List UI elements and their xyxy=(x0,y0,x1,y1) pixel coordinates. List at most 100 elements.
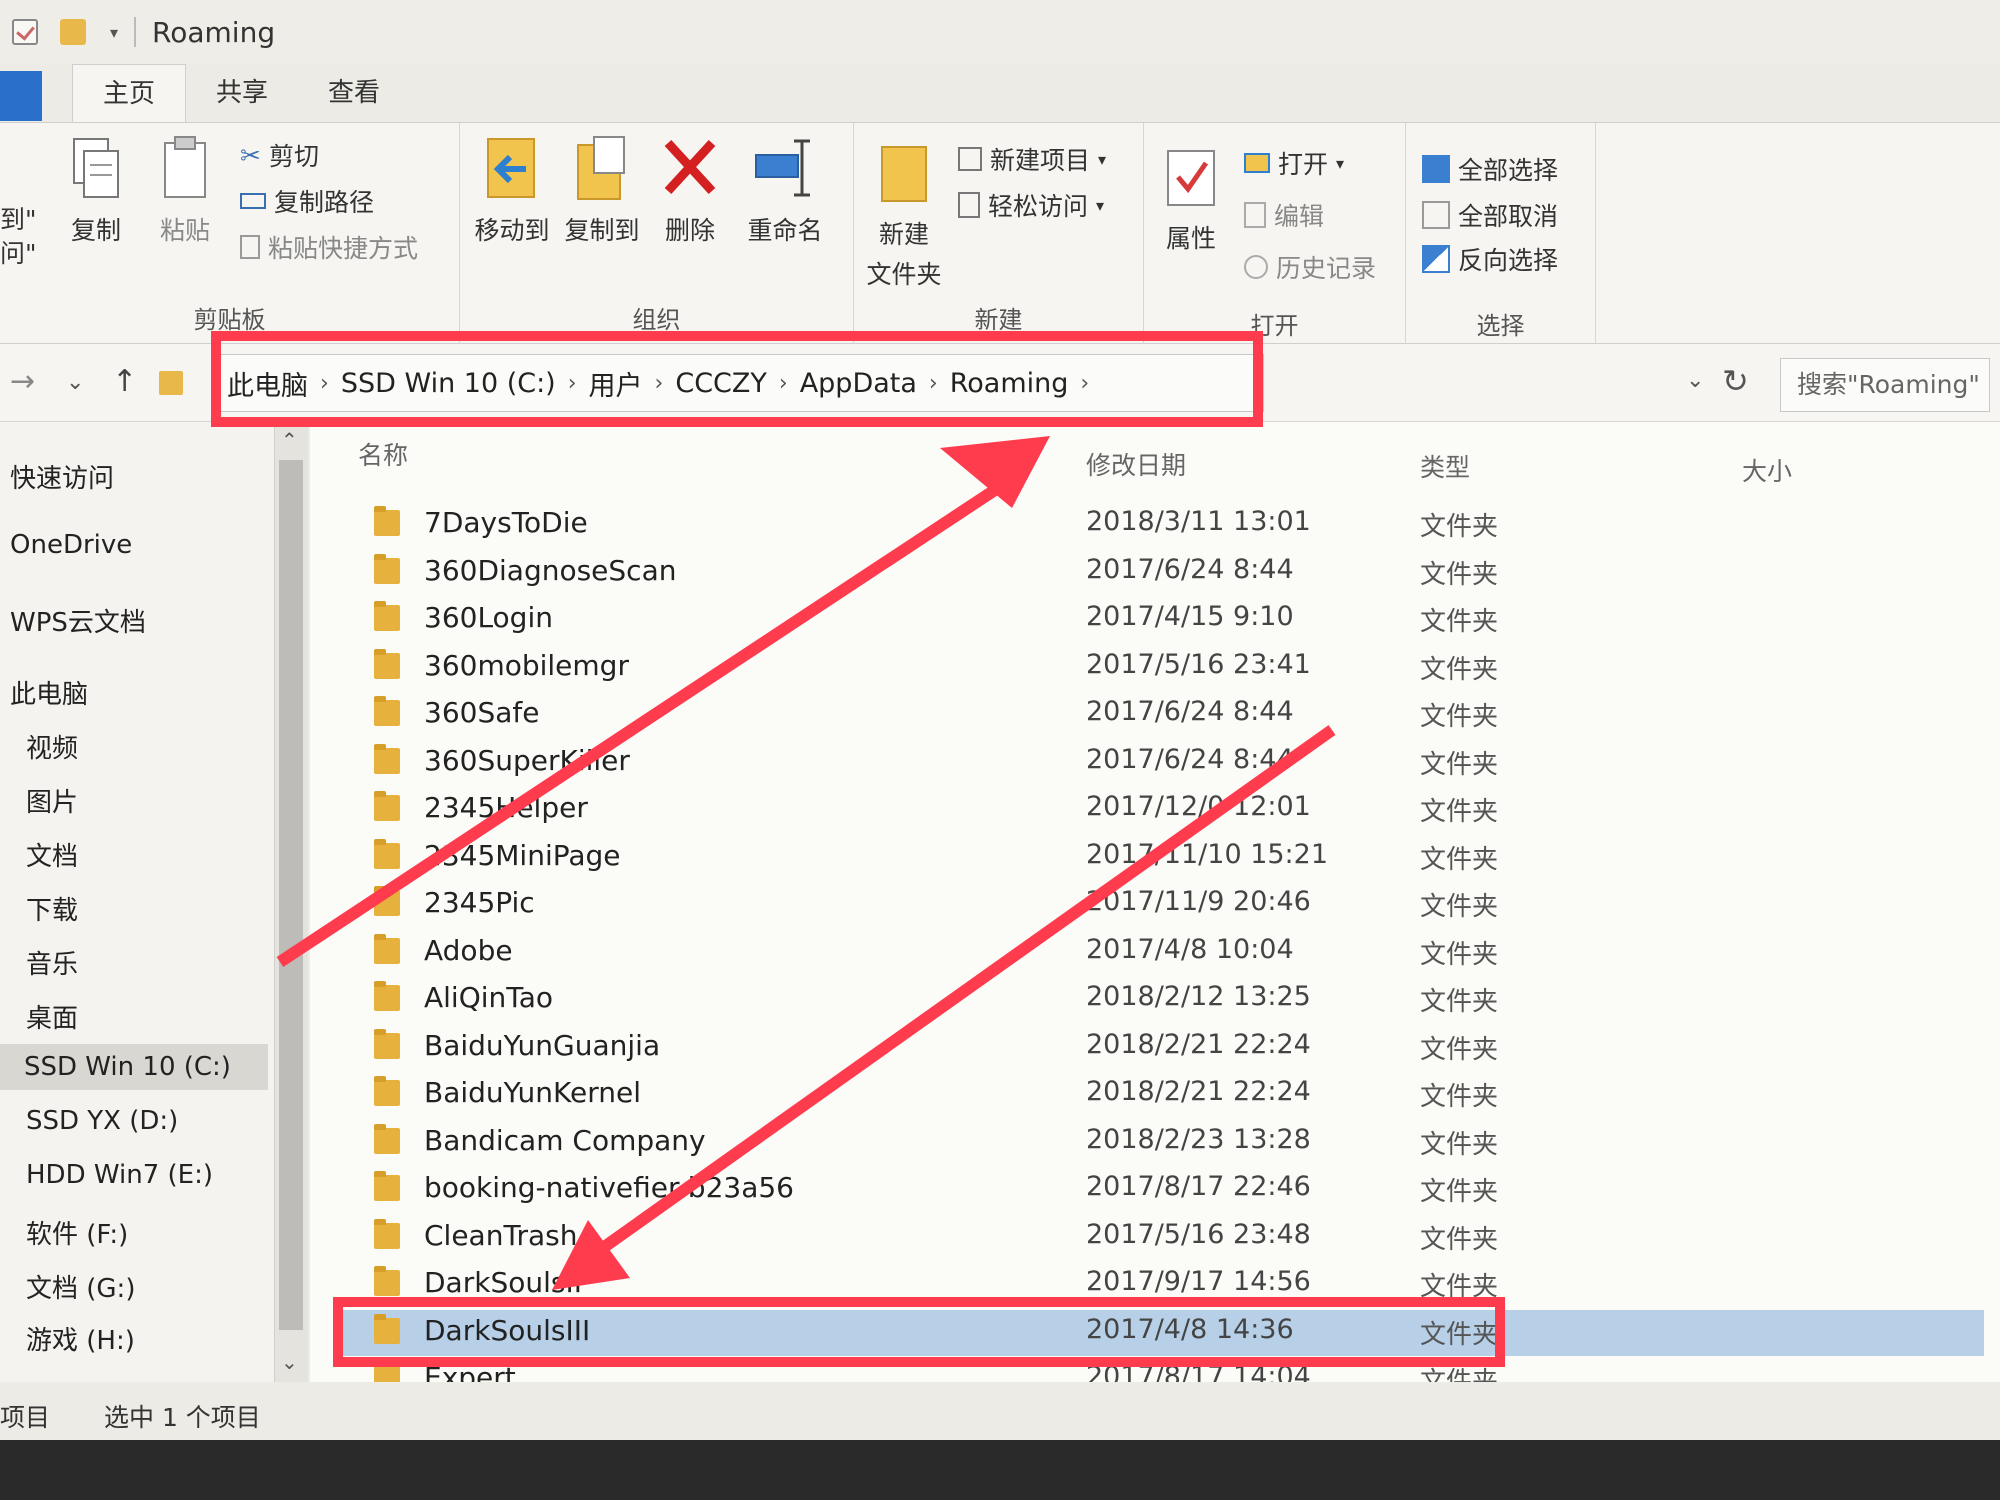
table-row[interactable]: DarkSoulsIII 2017/4/8 14:36 文件夹 xyxy=(334,1309,1984,1356)
column-header-type[interactable]: 类型 xyxy=(1420,448,1470,484)
file-modified: 2018/2/23 13:28 xyxy=(1086,1123,1311,1155)
tab-view[interactable]: 查看 xyxy=(298,64,410,122)
table-row[interactable]: 360SuperKiller 2017/6/24 8:44 文件夹 xyxy=(334,740,1984,786)
table-row[interactable]: 360mobilemgr 2017/5/16 23:41 文件夹 xyxy=(334,645,1984,691)
file-name: 360DiagnoseScan xyxy=(424,553,677,587)
delete-button[interactable]: 删除 xyxy=(660,135,720,247)
move-to-button[interactable]: 移动到 xyxy=(470,135,554,247)
table-row[interactable]: CleanTrash 2017/5/16 23:48 文件夹 xyxy=(334,1215,1984,1261)
recent-locations-chevron-icon[interactable]: ⌄ xyxy=(66,370,84,395)
delete-label: 删除 xyxy=(664,216,715,245)
history-button[interactable]: 历史记录 xyxy=(1244,249,1376,285)
nav-item-drive-c[interactable]: SSD Win 10 (C:) xyxy=(0,1044,268,1090)
breadcrumb-item[interactable]: SSD Win 10 (C:) xyxy=(329,368,568,399)
nav-item-onedrive[interactable]: OneDrive xyxy=(10,530,132,560)
nav-scroll-thumb[interactable] xyxy=(279,460,303,1330)
copy-to-button[interactable]: 复制到 xyxy=(560,135,644,247)
forward-arrow-icon[interactable]: → xyxy=(10,364,35,399)
nav-item-documents[interactable]: 文档 xyxy=(26,836,78,873)
select-none-button[interactable]: 全部取消 xyxy=(1422,197,1558,233)
nav-item-downloads[interactable]: 下载 xyxy=(26,890,78,927)
table-row[interactable]: BaiduYunGuanjia 2018/2/21 22:24 文件夹 xyxy=(334,1025,1984,1071)
tab-file[interactable] xyxy=(0,71,42,121)
table-row[interactable]: 360DiagnoseScan 2017/6/24 8:44 文件夹 xyxy=(334,550,1984,596)
breadcrumb-item[interactable]: 用户 xyxy=(577,364,655,403)
folder-icon[interactable] xyxy=(60,19,86,45)
edit-button[interactable]: 编辑 xyxy=(1244,197,1324,233)
chevron-right-icon[interactable]: › xyxy=(929,371,938,396)
nav-item-videos[interactable]: 视频 xyxy=(26,728,78,765)
tab-share[interactable]: 共享 xyxy=(186,64,298,122)
chevron-right-icon[interactable]: › xyxy=(320,371,329,396)
column-header-name[interactable]: 名称 xyxy=(358,436,408,472)
copy-button[interactable]: 复制 xyxy=(66,135,126,247)
up-arrow-icon[interactable]: ↑ xyxy=(112,364,137,399)
open-button[interactable]: 打开 ▾ xyxy=(1244,145,1344,181)
cut-button[interactable]: ✂ 剪切 xyxy=(240,137,319,173)
file-modified: 2017/4/15 9:10 xyxy=(1086,601,1294,632)
breadcrumb-item[interactable]: AppData xyxy=(788,368,929,399)
breadcrumb-item[interactable]: Roaming xyxy=(938,368,1081,399)
paste-button[interactable]: 粘贴 xyxy=(150,135,220,247)
table-row[interactable]: 2345MiniPage 2017/11/10 15:21 文件夹 xyxy=(334,835,1984,881)
select-none-icon xyxy=(1422,201,1450,229)
nav-item-desktop[interactable]: 桌面 xyxy=(26,998,78,1035)
column-header-modified[interactable]: 修改日期 xyxy=(1086,446,1186,482)
new-folder-button[interactable]: 新建 文件夹 xyxy=(864,141,944,291)
nav-item-this-pc[interactable]: 此电脑 xyxy=(10,674,88,711)
table-row[interactable]: 2345Helper 2017/12/0 12:01 文件夹 xyxy=(334,787,1984,833)
file-name: BaiduYunKernel xyxy=(424,1076,642,1109)
nav-scrollbar[interactable]: ⌃ ⌄ xyxy=(274,422,308,1382)
table-row[interactable]: 7DaysToDie 2018/3/11 13:01 文件夹 xyxy=(334,502,1984,548)
file-type: 文件夹 xyxy=(1420,797,1499,827)
copy-path-button[interactable]: 复制路径 xyxy=(240,183,374,219)
table-row[interactable]: 360Login 2017/4/15 9:10 文件夹 xyxy=(334,597,1984,643)
scroll-up-icon[interactable]: ⌃ xyxy=(281,428,298,452)
column-header-size[interactable]: 大小 xyxy=(1742,452,1792,488)
table-row[interactable]: BaiduYunKernel 2018/2/21 22:24 文件夹 xyxy=(334,1072,1984,1118)
scroll-down-icon[interactable]: ⌄ xyxy=(281,1350,298,1374)
breadcrumb-item[interactable]: 此电脑 xyxy=(215,364,320,403)
file-name: Adobe xyxy=(424,933,513,967)
file-type: 文件夹 xyxy=(1420,1224,1499,1255)
nav-item-pictures[interactable]: 图片 xyxy=(26,782,78,819)
clipboard-group-label: 剪贴板 xyxy=(193,306,266,334)
refresh-icon[interactable]: ↻ xyxy=(1722,362,1749,400)
nav-item-drive-e[interactable]: HDD Win7 (E:) xyxy=(26,1160,213,1190)
invert-selection-button[interactable]: 反向选择 xyxy=(1422,241,1558,277)
chevron-down-icon[interactable]: ▾ xyxy=(110,23,118,42)
folder-icon xyxy=(374,1123,400,1154)
breadcrumb-item[interactable]: CCCZY xyxy=(663,368,779,399)
chevron-right-icon[interactable]: › xyxy=(1080,371,1089,396)
table-row[interactable]: 360Safe 2017/6/24 8:44 文件夹 xyxy=(334,692,1984,738)
properties-button[interactable]: 属性 xyxy=(1156,147,1226,255)
chevron-right-icon[interactable]: › xyxy=(568,371,577,396)
nav-item-drive-f[interactable]: 软件 (F:) xyxy=(26,1214,128,1251)
nav-item-quick-access[interactable]: 快速访问 xyxy=(10,458,114,495)
table-row[interactable]: booking-nativefier-b23a56 2017/8/17 22:46… xyxy=(334,1167,1984,1213)
new-item-button[interactable]: 新建项目 ▾ xyxy=(958,141,1106,177)
nav-item-drive-g[interactable]: 文档 (G:) xyxy=(26,1268,135,1305)
easy-access-button[interactable]: 轻松访问 ▾ xyxy=(958,187,1104,223)
chevron-right-icon[interactable]: › xyxy=(779,371,788,396)
nav-item-drive-d[interactable]: SSD YX (D:) xyxy=(26,1106,178,1136)
table-row[interactable]: DarkSoulsII 2017/9/17 14:56 文件夹 xyxy=(334,1262,1984,1308)
pin-quick-access-button[interactable]: 到" 问" xyxy=(0,203,37,271)
breadcrumb[interactable]: 此电脑 › SSD Win 10 (C:) › 用户 › CCCZY › AppData… xyxy=(159,354,1264,412)
table-row[interactable]: AliQinTao 2018/2/12 13:25 文件夹 xyxy=(334,977,1984,1023)
select-all-button[interactable]: 全部选择 xyxy=(1422,151,1558,187)
table-row[interactable]: Adobe 2017/4/8 10:04 文件夹 xyxy=(334,930,1984,976)
rename-button[interactable]: 重命名 xyxy=(740,135,830,247)
address-dropdown-icon[interactable]: ⌄ xyxy=(1686,368,1704,393)
table-row[interactable]: Bandicam Company 2018/2/23 13:28 文件夹 xyxy=(334,1120,1984,1166)
paste-shortcut-button[interactable]: 粘贴快捷方式 xyxy=(240,229,418,265)
chevron-right-icon[interactable]: › xyxy=(655,371,664,396)
search-input[interactable]: 搜索"Roaming" xyxy=(1780,358,1990,412)
nav-item-wps[interactable]: WPS云文档 xyxy=(10,602,146,639)
tab-home[interactable]: 主页 xyxy=(72,64,187,122)
folder-icon xyxy=(374,696,400,726)
quick-access-check-icon[interactable] xyxy=(12,19,38,45)
table-row[interactable]: 2345Pic 2017/11/9 20:46 文件夹 xyxy=(334,882,1984,928)
nav-item-drive-h[interactable]: 游戏 (H:) xyxy=(26,1320,135,1357)
nav-item-music[interactable]: 音乐 xyxy=(26,944,78,981)
